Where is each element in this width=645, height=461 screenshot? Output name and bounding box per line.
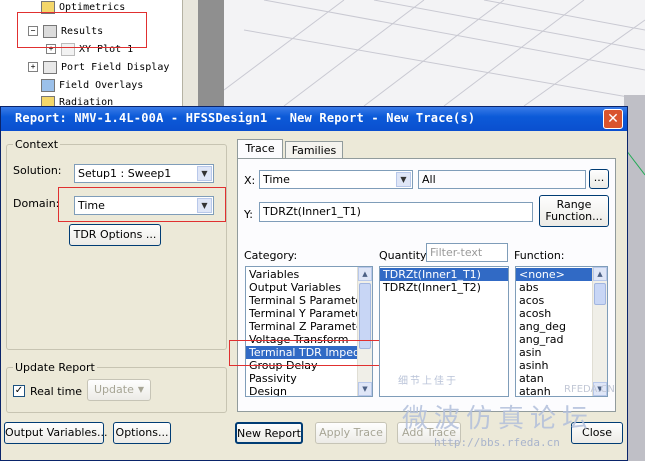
function-list[interactable]: <none> abs acos acosh ang_deg ang_rad asin asin… <box>515 266 608 397</box>
function-label: Function: <box>514 249 565 262</box>
tab-trace[interactable]: Trace <box>237 139 283 159</box>
apply-trace-button[interactable]: Apply Trace <box>315 422 387 444</box>
category-list-item[interactable]: Terminal S Parameter <box>246 294 372 307</box>
category-highlight-box <box>229 340 387 366</box>
chevron-down-icon[interactable]: ▼ <box>197 166 212 181</box>
quantity-label: Quantity: <box>379 249 430 262</box>
update-label: Update <box>94 383 134 396</box>
x-label: X: <box>244 174 256 187</box>
tree-scrollbar[interactable] <box>182 0 199 106</box>
category-list-item[interactable]: Terminal Y Parameter <box>246 307 372 320</box>
quantity-list-item[interactable]: TDRZt(Inner1_T1) <box>380 268 508 281</box>
dropdown-arrow-icon: ▼ <box>137 385 144 394</box>
x-quantity-value: Time <box>263 173 290 186</box>
close-icon[interactable]: ✕ <box>603 109 623 129</box>
watermark-brand: RFEDA.CN <box>564 384 615 395</box>
scroll-up-icon[interactable]: ▲ <box>358 267 372 281</box>
context-legend: Context <box>15 138 59 151</box>
watermark-chinese-text: 微波仿真论坛 <box>402 404 595 434</box>
port-field-icon <box>43 60 57 74</box>
realtime-checkbox[interactable]: ✓ <box>13 385 25 397</box>
range-function-button[interactable]: Range Function... <box>539 195 609 227</box>
scroll-thumb[interactable] <box>594 283 606 305</box>
solution-value: Setup1 : Sweep1 <box>78 167 172 180</box>
tree-item-port-field-display[interactable]: + Port Field Display <box>28 60 169 76</box>
tree-item-label: Port Field Display <box>61 62 170 73</box>
category-label: Category: <box>244 249 298 262</box>
watermark-small-text: 细节上佳于 <box>398 376 458 387</box>
tdr-options-button[interactable]: TDR Options ... <box>69 224 161 246</box>
category-list-item[interactable]: Passivity <box>246 372 372 385</box>
tab-families[interactable]: Families <box>285 141 343 159</box>
solution-label: Solution: <box>13 164 62 177</box>
project-tree[interactable]: Optimetrics − Results + XY Plot 1 + Port Fi… <box>0 0 183 109</box>
dialog-title-bar[interactable]: Report: NMV-1.4L-00A - HFSSDesign1 - New… <box>1 107 627 131</box>
chevron-down-icon[interactable]: ▼ <box>396 172 411 187</box>
watermark-url: http://bbs.rfeda.cn <box>434 436 560 449</box>
domain-label: Domain: <box>13 197 60 210</box>
y-expression-input[interactable]: TDRZt(Inner1_T1) <box>259 202 533 222</box>
function-scrollbar[interactable]: ▲ ▼ <box>592 267 607 396</box>
tree-item-label: Field Overlays <box>59 80 144 91</box>
category-list-item[interactable]: Output Variables <box>246 281 372 294</box>
realtime-label: Real time <box>30 385 83 398</box>
category-list-item[interactable]: Terminal Z Parameter <box>246 320 372 333</box>
category-list-item[interactable]: Variables <box>246 268 372 281</box>
tree-item-field-overlays[interactable]: Field Overlays <box>28 78 143 94</box>
domain-highlight-box <box>58 187 226 222</box>
solution-select[interactable]: Setup1 : Sweep1 ▼ <box>74 164 214 183</box>
category-list[interactable]: Variables Output Variables Terminal S Para… <box>245 266 373 397</box>
scroll-down-icon[interactable]: ▼ <box>358 382 372 396</box>
results-highlight-box <box>17 12 147 48</box>
options-button[interactable]: Options... <box>113 422 171 444</box>
scroll-up-icon[interactable]: ▲ <box>593 267 607 281</box>
output-variables-button[interactable]: Output Variables... <box>4 422 107 444</box>
quantity-filter-input[interactable]: Filter-text <box>426 243 508 262</box>
new-report-button[interactable]: New Report <box>235 422 303 444</box>
x-quantity-select[interactable]: Time ▼ <box>259 170 413 189</box>
x-range-field[interactable]: All <box>418 170 586 189</box>
field-overlays-icon <box>41 78 55 92</box>
expand-icon[interactable]: + <box>28 62 38 72</box>
update-button[interactable]: Update ▼ <box>87 379 151 401</box>
splitter-panel <box>198 0 224 106</box>
quantity-list-item[interactable]: TDRZt(Inner1_T2) <box>380 281 508 294</box>
dialog-title: Report: NMV-1.4L-00A - HFSSDesign1 - New… <box>15 111 476 125</box>
update-report-legend: Update Report <box>15 361 95 374</box>
category-scrollbar[interactable]: ▲ ▼ <box>357 267 372 396</box>
x-range-ellipsis-button[interactable]: ... <box>589 169 609 189</box>
category-list-item[interactable]: Design <box>246 385 372 396</box>
y-label: Y: <box>244 208 253 221</box>
